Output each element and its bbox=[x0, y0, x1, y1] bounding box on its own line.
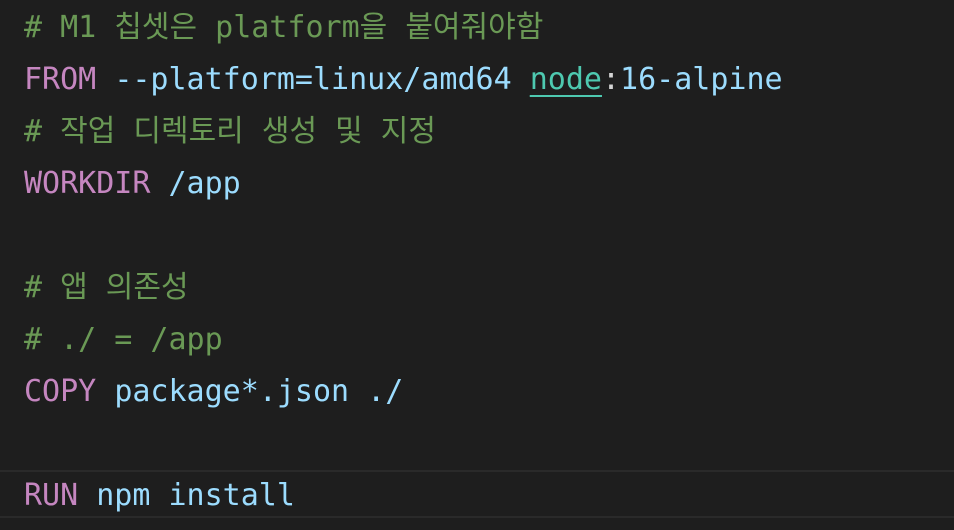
code-line-1[interactable]: # M1 칩셋은 platform을 붙여줘야함 bbox=[24, 2, 543, 54]
keyword-copy: COPY bbox=[24, 374, 97, 409]
code-line-4[interactable]: WORKDIR /app bbox=[24, 158, 241, 210]
comment-text: # ./ = /app bbox=[24, 322, 223, 357]
copy-arg: package*.json ./ bbox=[114, 374, 404, 409]
platform-arg: --platform=linux/amd64 bbox=[114, 62, 512, 97]
keyword-from: FROM bbox=[24, 62, 97, 97]
code-line-7[interactable]: # ./ = /app bbox=[24, 314, 223, 366]
code-line-8[interactable]: COPY package*.json ./ bbox=[24, 366, 403, 418]
code-line-10[interactable]: RUN npm install bbox=[24, 470, 295, 522]
keyword-workdir: WORKDIR bbox=[24, 166, 151, 201]
code-line-6[interactable]: # 앱 의존성 bbox=[24, 262, 189, 314]
colon: : bbox=[601, 62, 621, 97]
comment-text: # 작업 디렉토리 생성 및 지정 bbox=[24, 114, 436, 149]
workdir-arg: /app bbox=[168, 166, 241, 201]
image-tag: 16-alpine bbox=[620, 62, 783, 97]
code-editor[interactable]: # M1 칩셋은 platform을 붙여줘야함 FROM --platform… bbox=[0, 0, 954, 530]
code-line-3[interactable]: # 작업 디렉토리 생성 및 지정 bbox=[24, 106, 436, 158]
keyword-run: RUN bbox=[24, 478, 79, 513]
comment-text: # 앱 의존성 bbox=[24, 270, 189, 305]
run-arg: npm install bbox=[96, 478, 295, 513]
code-line-2[interactable]: FROM --platform=linux/amd64 node:16-alpi… bbox=[24, 54, 783, 106]
image-name-link[interactable]: node bbox=[530, 62, 602, 97]
comment-text: # M1 칩셋은 platform을 붙여줘야함 bbox=[24, 10, 544, 45]
